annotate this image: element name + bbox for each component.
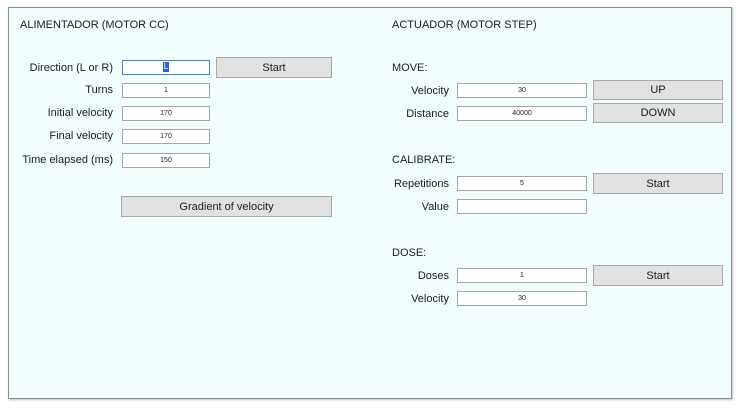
- motor-step-title: ACTUADOR (MOTOR STEP): [392, 19, 537, 31]
- repetitions-label: Repetitions: [393, 178, 449, 190]
- time-elapsed-label: Time elapsed (ms): [22, 154, 113, 166]
- direction-label: Direction (L or R): [29, 62, 113, 74]
- dose-heading: DOSE:: [392, 247, 427, 259]
- direction-value: L: [162, 62, 170, 73]
- doses-label: Doses: [417, 270, 449, 282]
- turns-label: Turns: [85, 84, 113, 96]
- down-button[interactable]: DOWN: [593, 103, 723, 123]
- value-label: Value: [421, 201, 449, 213]
- initial-velocity-label: Initial velocity: [47, 107, 113, 119]
- final-velocity-input[interactable]: 170: [122, 129, 210, 144]
- repetitions-input[interactable]: 5: [457, 176, 587, 191]
- initial-velocity-input[interactable]: 170: [122, 106, 210, 121]
- calibrate-start-button[interactable]: Start: [593, 173, 723, 194]
- distance-input[interactable]: 40000: [457, 106, 587, 121]
- final-velocity-label: Final velocity: [49, 130, 113, 142]
- move-heading: MOVE:: [392, 62, 428, 74]
- dose-velocity-label: Velocity: [411, 293, 449, 305]
- time-elapsed-input[interactable]: 150: [122, 153, 210, 168]
- motor-cc-title: ALIMENTADOR (MOTOR CC): [20, 19, 169, 31]
- dose-start-button[interactable]: Start: [593, 265, 723, 286]
- form-panel: ALIMENTADOR (MOTOR CC) Direction (L or R…: [8, 7, 732, 399]
- up-button[interactable]: UP: [593, 80, 723, 100]
- doses-input[interactable]: 1: [457, 268, 587, 283]
- value-input[interactable]: [457, 199, 587, 214]
- turns-input[interactable]: 1: [122, 83, 210, 98]
- direction-input[interactable]: L: [122, 60, 210, 75]
- move-velocity-input[interactable]: 30: [457, 83, 587, 98]
- move-velocity-label: Velocity: [411, 85, 449, 97]
- calibrate-heading: CALIBRATE:: [392, 154, 456, 166]
- dose-velocity-input[interactable]: 30: [457, 291, 587, 306]
- gradient-of-velocity-button[interactable]: Gradient of velocity: [121, 196, 332, 217]
- distance-label: Distance: [406, 108, 449, 120]
- start-cc-button[interactable]: Start: [216, 57, 332, 78]
